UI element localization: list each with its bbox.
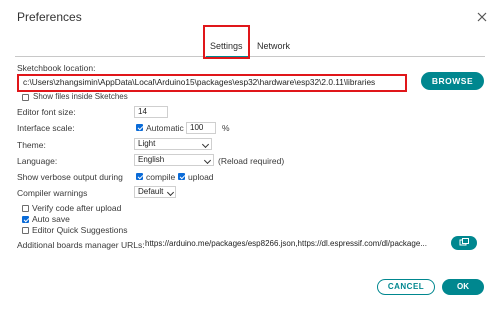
language-label: Language:	[17, 156, 58, 166]
dialog-title: Preferences	[17, 10, 82, 24]
show-files-label: Show files inside Sketches	[33, 92, 128, 101]
quick-suggestions-label: Editor Quick Suggestions	[32, 225, 128, 235]
verbose-compile-label: compile	[146, 172, 176, 182]
close-icon[interactable]	[475, 10, 489, 24]
verify-code-label: Verify code after upload	[32, 203, 122, 213]
verify-code-checkbox[interactable]	[22, 205, 29, 212]
theme-select[interactable]: Light	[134, 138, 212, 150]
verbose-compile-checkbox[interactable]	[136, 173, 143, 180]
verbose-upload-label: upload	[188, 172, 214, 182]
browse-button[interactable]: BROWSE	[421, 72, 484, 90]
interface-scale-label: Interface scale:	[17, 123, 75, 133]
sketchbook-location-label: Sketchbook location:	[17, 63, 96, 73]
theme-select-value: Light	[138, 139, 156, 148]
compiler-warnings-label: Compiler warnings	[17, 188, 88, 198]
quick-suggestions-checkbox[interactable]	[22, 227, 29, 234]
verbose-output-label: Show verbose output during	[17, 172, 123, 182]
verbose-upload-checkbox[interactable]	[178, 173, 185, 180]
reload-required-note: (Reload required)	[218, 156, 285, 166]
edit-urls-button[interactable]	[451, 236, 477, 250]
ok-button[interactable]: OK	[442, 279, 484, 295]
automatic-checkbox[interactable]	[136, 124, 143, 131]
tabs-divider	[15, 56, 485, 57]
show-files-checkbox[interactable]	[22, 94, 29, 101]
chevron-down-icon	[166, 188, 175, 197]
boards-manager-urls-label: Additional boards manager URLs:	[17, 240, 145, 250]
chevron-down-icon	[201, 140, 210, 149]
editor-font-size-input[interactable]: 14	[134, 106, 168, 118]
interface-scale-unit: %	[222, 123, 230, 133]
auto-save-label: Auto save	[32, 214, 70, 224]
language-select-value: English	[138, 155, 165, 164]
automatic-label: Automatic	[146, 123, 184, 133]
chevron-down-icon	[203, 156, 212, 165]
editor-font-size-label: Editor font size:	[17, 107, 76, 117]
boards-manager-urls-input[interactable]: https://arduino.me/packages/esp8266.json…	[145, 238, 442, 250]
interface-scale-input[interactable]: 100	[186, 122, 216, 134]
sketchbook-highlight-box	[17, 74, 407, 92]
theme-label: Theme:	[17, 140, 46, 150]
compiler-warnings-select[interactable]: Default	[134, 186, 176, 198]
language-select[interactable]: English	[134, 154, 214, 166]
open-window-icon	[459, 238, 469, 246]
tab-network[interactable]: Network	[257, 41, 290, 51]
cancel-button[interactable]: CANCEL	[377, 279, 435, 295]
compiler-warnings-value: Default	[138, 187, 164, 196]
tab-highlight-box	[203, 25, 250, 59]
auto-save-checkbox[interactable]	[22, 216, 29, 223]
